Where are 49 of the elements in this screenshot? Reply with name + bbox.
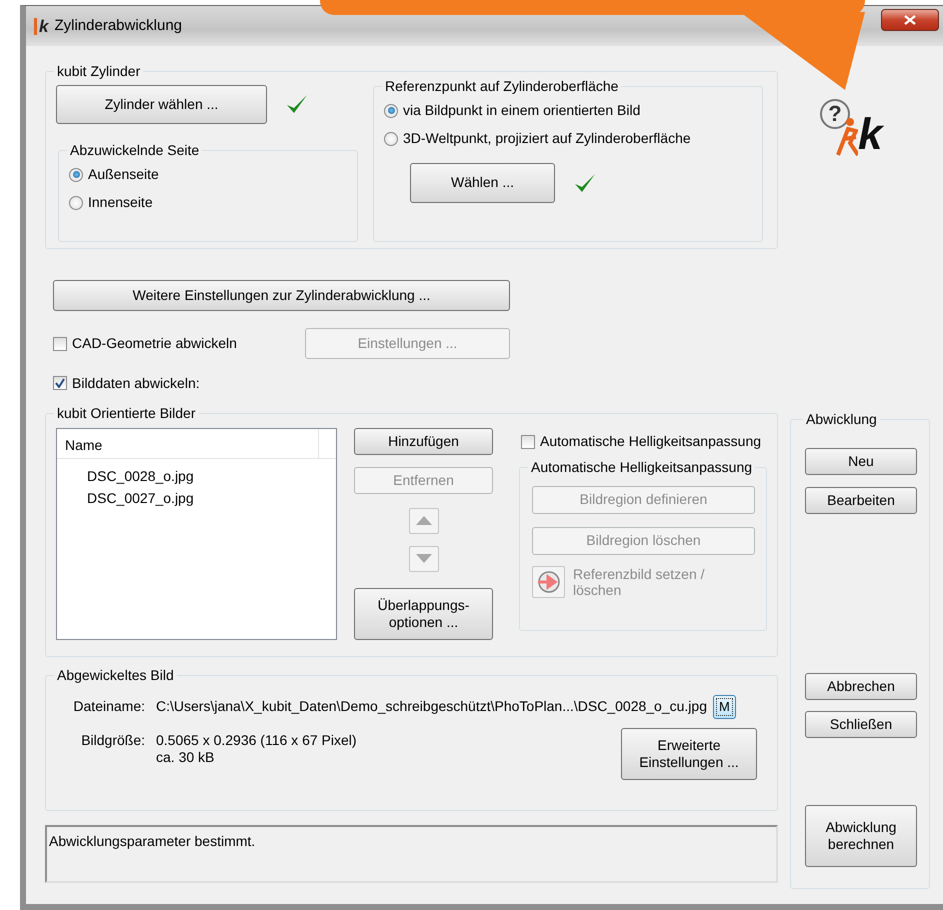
compute-button[interactable]: Abwicklung berechnen — [805, 804, 917, 867]
group-title: kubit Orientierte Bilder — [56, 405, 197, 422]
select-cylinder-button[interactable]: Zylinder wählen ... — [56, 84, 267, 124]
group-title: Automatische Helligkeitsanpassung — [530, 458, 754, 476]
image-list[interactable]: Name DSC_0028_o.jpg DSC_0027_o.jpg — [56, 428, 337, 640]
reference-label: Referenzbild setzen / löschen — [573, 566, 705, 600]
checkbox-label: CAD-Geometrie abwickeln — [72, 335, 237, 352]
file-path: C:\Users\jana\X_kubit_Daten\Demo_schreibgeschützt\PhoToPlan...\DSC_0028_o_cu.jpg — [156, 698, 707, 716]
checkbox-label: Automatische Helligkeitsanpassung — [540, 433, 762, 450]
checkbox[interactable] — [521, 434, 535, 449]
more-settings-button[interactable]: Weitere Einstellungen zur Zylinderabwicklung ... — [53, 280, 510, 311]
radio-label: 3D-Weltpunkt, projiziert auf Zylinderoberfläche — [403, 130, 691, 147]
group-title: kubit Zylinder — [56, 63, 142, 80]
overlap-options-button[interactable]: Überlappungs- optionen ... — [354, 588, 493, 640]
radio-button[interactable] — [384, 104, 398, 118]
window-title: Zylinderabwicklung — [54, 17, 182, 35]
field-label: Bildgröße: — [80, 732, 146, 749]
close-button[interactable] — [881, 9, 939, 31]
column-header[interactable]: Name — [57, 428, 319, 458]
list-item[interactable]: DSC_0028_o.jpg — [57, 464, 336, 487]
group-title: Abgewickeltes Bild — [56, 667, 175, 684]
group-title: Abwicklung — [805, 411, 878, 428]
new-button[interactable]: Neu — [805, 448, 917, 475]
checkbox[interactable] — [53, 376, 67, 390]
edit-button[interactable]: Bearbeiten — [805, 486, 917, 514]
logo-drawing: ? k — [820, 93, 930, 157]
radio-label: Außenseite — [88, 166, 159, 183]
group-title: Abzuwickelnde Seite — [69, 142, 200, 159]
radio-button[interactable] — [69, 168, 83, 182]
checkbox[interactable] — [53, 336, 67, 350]
radio-label: via Bildpunkt in einem orientierten Bild — [403, 102, 640, 119]
add-button[interactable]: Hinzufügen — [354, 428, 493, 455]
field-label: Dateiname: — [72, 698, 146, 716]
cancel-button[interactable]: Abbrechen — [805, 672, 917, 700]
radio-label: Innenseite — [88, 194, 153, 211]
arrow-down-icon — [416, 554, 432, 564]
select-point-button[interactable]: Wählen ... — [410, 162, 555, 203]
arrow-up-icon — [416, 516, 432, 526]
checkbox-label: Bilddaten abwickeln: — [72, 374, 200, 392]
m-button[interactable]: M — [712, 694, 736, 719]
group-title: Referenzpunkt auf Zylinderoberfläche — [384, 78, 620, 95]
radio-button[interactable] — [384, 132, 398, 146]
close-icon — [904, 15, 916, 25]
radio-button[interactable] — [69, 196, 83, 210]
status-box: Abwicklungsparameter bestimmt. — [45, 825, 778, 883]
list-item[interactable]: DSC_0027_o.jpg — [57, 486, 336, 509]
image-size: 0.5065 x 0.2936 (116 x 67 Pixel) ca. 30 kB — [156, 732, 358, 766]
close-dialog-button[interactable]: Schließen — [805, 710, 917, 738]
advanced-settings-button[interactable]: Erweiterte Einstellungen ... — [621, 728, 757, 780]
